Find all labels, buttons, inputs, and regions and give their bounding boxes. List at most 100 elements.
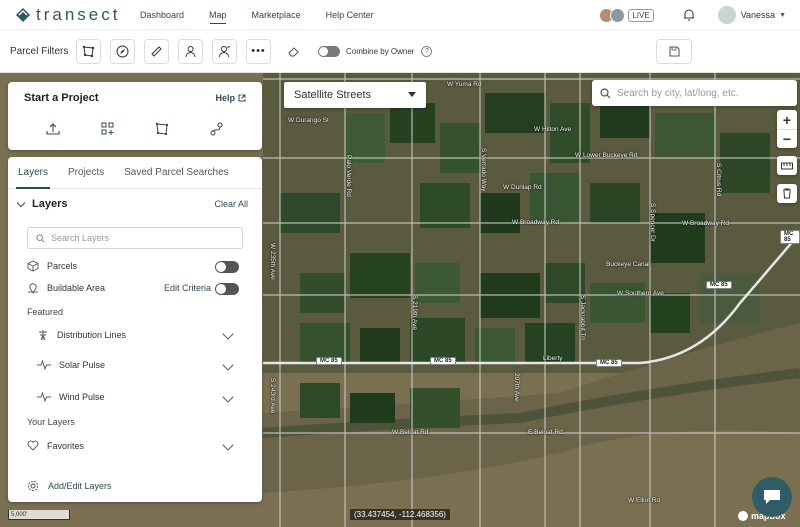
heart-icon — [27, 440, 39, 451]
map-style-value: Satellite Streets — [294, 89, 372, 101]
combine-by-owner-label: Combine by Owner — [346, 46, 415, 56]
map-label: W 235th Ave — [269, 243, 276, 280]
tab-layers[interactable]: Layers — [15, 157, 51, 189]
chevron-down-icon[interactable] — [222, 391, 234, 403]
question-icon[interactable]: ? — [421, 45, 433, 57]
nav-dashboard[interactable]: Dashboard — [140, 10, 184, 20]
owner-search-button[interactable] — [212, 38, 237, 64]
map-label: Liberty — [543, 355, 563, 362]
zoom-out-button[interactable]: − — [777, 129, 797, 148]
chevron-down-icon[interactable] — [222, 328, 234, 340]
measure-control — [777, 156, 797, 175]
route-shield: MC 85 — [316, 357, 342, 365]
nav-marketplace[interactable]: Marketplace — [252, 10, 301, 20]
upload-icon[interactable] — [45, 122, 61, 136]
your-layers-heading: Your Layers — [27, 417, 75, 427]
map-search-input[interactable]: Search by city, lat/long, etc. — [592, 80, 797, 106]
cursor-coordinates: (33.437454, -112.468356) — [350, 509, 450, 520]
featured-heading: Featured — [27, 307, 64, 317]
compass-icon — [116, 45, 129, 57]
save-button[interactable] — [656, 39, 692, 64]
polygon-icon — [82, 45, 95, 57]
add-edit-layers-label: Add/Edit Layers — [48, 481, 112, 491]
ruler-filter-button[interactable] — [144, 38, 169, 64]
tab-projects[interactable]: Projects — [68, 157, 104, 188]
clear-all-button[interactable]: Clear All — [214, 199, 248, 209]
map-label: S Spencer Dr — [649, 203, 656, 243]
gear-icon — [27, 480, 39, 492]
live-badge: LIVE — [628, 8, 654, 22]
polygon-filter-button[interactable] — [76, 38, 101, 64]
logo[interactable]: transect — [14, 5, 134, 25]
buildable-area-toggle[interactable] — [215, 283, 239, 295]
trash-button[interactable] — [777, 184, 797, 203]
chevron-down-icon — [16, 198, 26, 207]
nav-map[interactable]: Map — [209, 10, 227, 24]
ruler-icon — [151, 45, 162, 57]
map-label: S Citrus Rd — [715, 163, 722, 197]
live-collaborators[interactable]: LIVE — [599, 7, 654, 23]
nav-help-center[interactable]: Help Center — [326, 10, 374, 20]
eraser-icon[interactable] — [288, 45, 300, 57]
combine-by-owner-toggle[interactable] — [318, 45, 340, 57]
map-label: E Beloat Rd — [528, 429, 563, 436]
help-link[interactable]: Help — [215, 93, 246, 103]
search-icon — [600, 87, 611, 98]
route-icon[interactable] — [209, 122, 225, 136]
user-name[interactable]: Vanessa — [741, 10, 775, 20]
layer-distribution-lines[interactable]: Distribution Lines — [37, 329, 126, 341]
more-options-button[interactable]: ••• — [246, 38, 271, 64]
map-label: Palo Verde Rd — [345, 155, 352, 197]
map-label: W Beloat Rd — [392, 429, 429, 436]
parcel-filters-toolbar: Parcel Filters ••• Combine by Owner ? — [0, 30, 800, 73]
favorites-label: Favorites — [47, 440, 85, 451]
tab-saved-parcel-searches[interactable]: Saved Parcel Searches — [124, 157, 229, 188]
chevron-down-icon — [408, 92, 416, 97]
chevron-down-icon[interactable] — [222, 439, 234, 451]
map-search-placeholder: Search by city, lat/long, etc. — [617, 87, 739, 99]
map-label: W Lower Buckeye Rd — [575, 152, 638, 159]
map-scale-bar: 5,000' — [8, 510, 70, 520]
chat-button[interactable] — [752, 477, 792, 517]
person-search-icon — [219, 45, 230, 57]
cube-icon — [27, 260, 39, 272]
edit-criteria-link[interactable]: Edit Criteria — [164, 283, 211, 293]
ruler-button[interactable] — [777, 156, 797, 175]
pulse-icon — [37, 392, 51, 402]
layer-solar-pulse[interactable]: Solar Pulse — [37, 360, 105, 370]
map-label: Buckeye Canal — [606, 261, 650, 268]
add-parcels-icon[interactable] — [100, 122, 116, 136]
map-label: W Dunlap Rd — [503, 184, 542, 191]
zoom-in-button[interactable]: + — [777, 110, 797, 129]
power-tower-icon — [39, 330, 47, 341]
layer-favorites[interactable]: Favorites — [27, 440, 84, 451]
draw-polygon-icon[interactable] — [154, 122, 170, 136]
owner-filter-button[interactable] — [178, 38, 203, 64]
map-label: W Hilton Ave — [534, 126, 572, 133]
map-pin-icon — [28, 283, 38, 294]
trash-icon — [783, 188, 791, 199]
compass-filter-button[interactable] — [110, 38, 135, 64]
map-label: 207th Ave — [513, 373, 520, 402]
chevron-down-icon[interactable] — [222, 359, 234, 371]
map-label: S Jackrabbit Trl — [579, 295, 586, 340]
layers-heading-toggle[interactable]: Layers — [16, 198, 67, 210]
layer-wind-pulse[interactable]: Wind Pulse — [37, 392, 105, 402]
zoom-controls: + − — [777, 110, 797, 148]
parcel-filters-title: Parcel Filters — [10, 45, 69, 57]
chevron-down-icon[interactable]: ▼ — [779, 12, 786, 19]
route-shield: MC 85 — [706, 281, 732, 289]
top-nav: transect Dashboard Map Marketplace Help … — [0, 0, 800, 30]
map-label: W Yuma Rd — [447, 81, 482, 88]
parcels-toggle[interactable] — [215, 261, 239, 273]
pulse-icon — [37, 360, 51, 370]
map-label: W Southern Ave — [617, 290, 664, 297]
user-avatar[interactable] — [717, 6, 736, 24]
search-layers-input[interactable]: Search Layers — [27, 227, 243, 249]
brand-name: transect — [36, 4, 121, 24]
add-edit-layers-button[interactable]: Add/Edit Layers — [27, 480, 112, 492]
search-icon — [36, 233, 45, 243]
bell-icon[interactable] — [682, 8, 696, 22]
map-style-select[interactable]: Satellite Streets — [284, 82, 426, 108]
save-icon — [669, 46, 679, 57]
